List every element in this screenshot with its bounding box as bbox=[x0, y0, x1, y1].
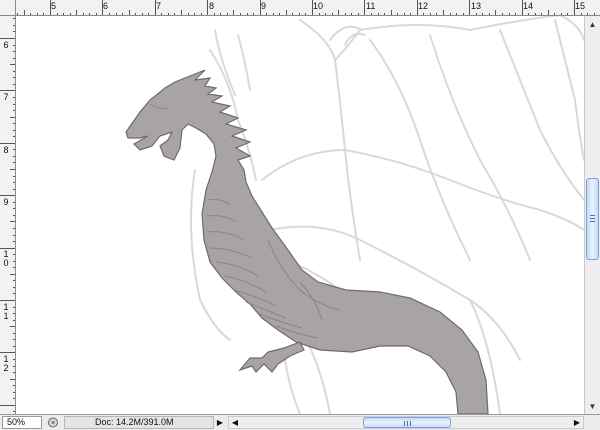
ruler-label-12: 12 bbox=[418, 1, 429, 11]
grip-line bbox=[590, 215, 595, 216]
dragon-artwork bbox=[125, 16, 584, 414]
resize-grip[interactable] bbox=[584, 416, 600, 429]
ruler-label-11: 11 bbox=[366, 1, 376, 11]
horizontal-scroll-thumb[interactable] bbox=[363, 417, 451, 428]
document-canvas[interactable] bbox=[16, 16, 584, 414]
vertical-ruler[interactable]: 6 7 8 9 10 11 12 bbox=[0, 16, 16, 414]
ruler-label-10: 10 bbox=[313, 1, 324, 11]
horizontal-scrollbar[interactable]: ◀ ▶ bbox=[228, 416, 584, 429]
zoom-level-field[interactable]: 50% bbox=[2, 416, 42, 429]
grip-line bbox=[404, 421, 405, 426]
scroll-left-arrow-icon[interactable]: ◀ bbox=[229, 417, 241, 428]
ruler-label-v8: 8 bbox=[3, 145, 9, 155]
ruler-label-v7: 7 bbox=[3, 92, 9, 102]
ruler-label-13: 13 bbox=[471, 1, 482, 11]
ruler-label-v11: 11 bbox=[3, 302, 9, 321]
document-profile-icon[interactable] bbox=[45, 416, 61, 429]
ruler-label-7: 7 bbox=[156, 1, 162, 11]
ruler-label-v9: 9 bbox=[3, 197, 9, 207]
grip-line bbox=[410, 421, 411, 426]
grip-line bbox=[590, 218, 595, 219]
document-size-info: Doc: 14.2M/391.0M bbox=[64, 416, 214, 429]
vertical-scroll-thumb[interactable] bbox=[586, 178, 599, 260]
ruler-label-9: 9 bbox=[261, 1, 267, 11]
horizontal-ruler[interactable]: 5 6 7 8 9 10 11 12 13 14 15 bbox=[0, 0, 600, 16]
ruler-label-5: 5 bbox=[51, 1, 57, 11]
status-bar: 50% Doc: 14.2M/391.0M ▶ ◀ ▶ bbox=[0, 414, 600, 430]
ruler-label-v10: 10 bbox=[3, 249, 9, 268]
scroll-up-arrow-icon[interactable]: ▲ bbox=[585, 16, 600, 32]
ruler-origin-corner[interactable] bbox=[0, 0, 16, 16]
ruler-label-v12: 12 bbox=[3, 354, 9, 373]
ruler-label-v6: 6 bbox=[3, 40, 9, 50]
scroll-down-arrow-icon[interactable]: ▼ bbox=[585, 398, 600, 414]
ruler-label-15: 15 bbox=[575, 1, 586, 11]
status-menu-arrow-icon[interactable]: ▶ bbox=[214, 416, 226, 429]
vertical-scrollbar[interactable]: ▲ ▼ bbox=[584, 16, 600, 414]
ruler-label-14: 14 bbox=[523, 1, 534, 11]
grip-line bbox=[590, 221, 595, 222]
ruler-label-8: 8 bbox=[209, 1, 215, 11]
scroll-right-arrow-icon[interactable]: ▶ bbox=[571, 417, 583, 428]
dragon-body bbox=[125, 69, 489, 414]
grip-line bbox=[407, 421, 408, 426]
ruler-label-6: 6 bbox=[103, 1, 109, 11]
horizontal-ruler-ticks bbox=[17, 0, 595, 15]
dragon-front-claw bbox=[238, 341, 305, 373]
